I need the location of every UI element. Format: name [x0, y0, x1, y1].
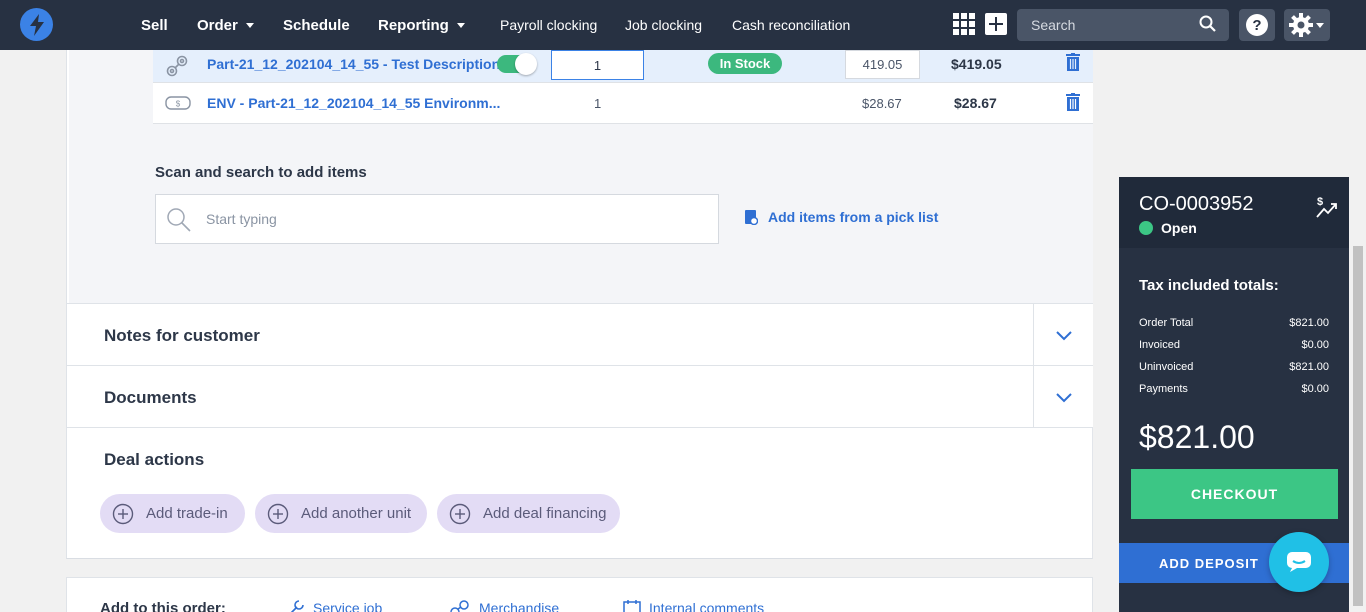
checkout-button[interactable]: CHECKOUT: [1131, 469, 1338, 519]
line-item-row[interactable]: $ ENV - Part-21_12_202104_14_55 Environm…: [153, 83, 1093, 124]
add-internal-comments-link[interactable]: Internal comments: [623, 599, 764, 612]
plus-circle-icon: [267, 503, 289, 524]
scan-search-box[interactable]: [155, 194, 719, 244]
add-from-picklist-link[interactable]: Add items from a pick list: [744, 209, 938, 225]
line-item-toggle[interactable]: [497, 53, 537, 75]
status-dot-icon: [1139, 221, 1153, 235]
line-item-price: $28.67: [862, 96, 902, 111]
wrench-icon: [290, 600, 304, 612]
totals-row: Payments $0.00: [1139, 383, 1329, 395]
svg-text:$: $: [1317, 196, 1323, 208]
totals-row: Invoiced $0.00: [1139, 339, 1329, 351]
chevron-down-icon: [1316, 22, 1324, 28]
chevron-down-icon: [456, 22, 465, 28]
plus-circle-icon: [449, 503, 471, 524]
chat-bubble-icon: [1287, 552, 1311, 572]
documents-section[interactable]: Documents: [67, 365, 1093, 427]
nav-cash-reconciliation[interactable]: Cash reconciliation: [732, 0, 850, 50]
documents-expand-button[interactable]: [1033, 366, 1093, 427]
nav-payroll-clocking[interactable]: Payroll clocking: [500, 0, 597, 50]
page-scrollbar[interactable]: [1350, 50, 1366, 612]
order-summary-header: CO-0003952 Open $: [1119, 177, 1349, 248]
help-button[interactable]: ?: [1239, 9, 1275, 41]
tax-totals-title: Tax included totals:: [1139, 277, 1279, 294]
part-chain-icon: [166, 55, 188, 77]
notes-section-title: Notes for customer: [104, 326, 260, 345]
add-another-unit-button[interactable]: Add another unit: [255, 494, 427, 533]
nav-job-clocking[interactable]: Job clocking: [625, 0, 702, 50]
trash-icon[interactable]: [1065, 93, 1081, 111]
line-item-qty: 1: [594, 96, 602, 111]
line-item-name[interactable]: ENV - Part-21_12_202104_14_55 Environm..…: [207, 95, 500, 111]
lightning-logo-icon[interactable]: [20, 8, 53, 41]
search-icon[interactable]: [1199, 15, 1217, 33]
line-item-name[interactable]: Part-21_12_202104_14_55 - Test Descripti…: [207, 56, 500, 72]
totals-row: Order Total $821.00: [1139, 317, 1329, 329]
merchandise-chain-icon: [450, 600, 469, 612]
add-trade-in-button[interactable]: Add trade-in: [100, 494, 245, 533]
chat-launcher-button[interactable]: [1269, 532, 1329, 592]
scrollbar-thumb[interactable]: [1353, 246, 1363, 606]
stock-status-badge: In Stock: [708, 53, 782, 74]
notes-section[interactable]: Notes for customer: [67, 303, 1093, 365]
chevron-down-icon: [1055, 330, 1072, 340]
add-deal-financing-button[interactable]: Add deal financing: [437, 494, 620, 533]
nav-reporting[interactable]: Reporting: [378, 0, 465, 50]
svg-text:$: $: [176, 100, 181, 109]
top-nav: Sell Order Schedule Reporting Payroll cl…: [0, 0, 1366, 50]
totals-row: Uninvoiced $821.00: [1139, 361, 1329, 373]
nav-sell[interactable]: Sell: [141, 0, 168, 50]
scan-label: Scan and search to add items: [155, 164, 367, 181]
add-to-order-label: Add to this order:: [100, 600, 226, 612]
nav-order[interactable]: Order: [197, 0, 254, 50]
deal-actions-title: Deal actions: [104, 450, 205, 469]
add-new-icon[interactable]: [985, 13, 1007, 35]
settings-button[interactable]: [1284, 9, 1330, 41]
scan-search-input[interactable]: [206, 195, 706, 243]
search-input[interactable]: [1017, 9, 1197, 41]
search-icon: [167, 208, 191, 232]
chevron-down-icon: [245, 22, 254, 28]
plus-circle-icon: [112, 503, 134, 524]
fee-money-icon: $: [165, 96, 191, 110]
documents-section-title: Documents: [104, 388, 197, 407]
picklist-icon: [745, 210, 758, 225]
line-items-area: Part-21_12_202104_14_55 - Test Descripti…: [69, 50, 1093, 303]
nav-schedule[interactable]: Schedule: [283, 0, 350, 50]
grand-total: $821.00: [1139, 419, 1255, 455]
trash-icon[interactable]: [1065, 53, 1081, 71]
order-status: Open: [1139, 220, 1197, 236]
unit-price-input[interactable]: [845, 50, 920, 79]
add-to-order-card: Add to this order: Service job Merchandi…: [66, 577, 1093, 612]
add-service-job-link[interactable]: Service job: [287, 599, 382, 612]
chevron-down-icon: [1055, 392, 1072, 402]
order-main-card: Part-21_12_202104_14_55 - Test Descripti…: [66, 50, 1093, 559]
calendar-icon: [623, 600, 641, 612]
global-search[interactable]: [1017, 9, 1229, 41]
order-number: CO-0003952: [1139, 193, 1254, 215]
dollar-trend-icon[interactable]: $: [1315, 195, 1339, 219]
add-merchandise-link[interactable]: Merchandise: [449, 599, 559, 612]
line-item-total: $28.67: [954, 95, 997, 111]
help-icon: ?: [1246, 14, 1268, 36]
apps-grid-icon[interactable]: [953, 13, 975, 35]
quantity-input[interactable]: [551, 50, 644, 80]
gear-icon: [1289, 13, 1313, 37]
notes-expand-button[interactable]: [1033, 304, 1093, 365]
line-item-total: $419.05: [951, 56, 1002, 72]
line-item-row[interactable]: Part-21_12_202104_14_55 - Test Descripti…: [153, 50, 1093, 83]
